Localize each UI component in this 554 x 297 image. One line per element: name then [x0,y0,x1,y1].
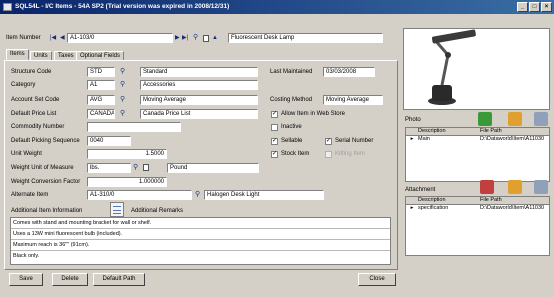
alternate-item-desc: Halogen Desk Light [204,190,324,200]
photo-grid-header: Description File Path [406,128,549,136]
remarks-memo[interactable]: Comes with stand and mounting bracket fo… [10,217,391,265]
add-attachment-icon[interactable] [480,180,494,194]
remarks-line: Black only. [11,251,390,262]
finder-icon[interactable]: ⚲ [193,33,198,43]
sellable-label: Sellable [281,138,303,144]
edit-attachment-icon[interactable] [508,180,522,194]
close-button[interactable]: Close [358,273,396,286]
new-document-icon[interactable] [203,35,209,42]
category-label: Category [11,82,36,88]
alternate-item-input[interactable]: A1-310/0 [87,190,192,200]
commodity-input[interactable] [87,122,181,132]
category-finder-icon[interactable]: ⚲ [120,80,125,90]
delete-button[interactable]: Delete [52,273,88,286]
allow-web-label: Allow Item in Web Store [281,111,345,117]
weight-uom-new-icon[interactable] [143,164,149,171]
picking-seq-label: Default Picking Sequence [11,138,80,144]
prev-record-icon[interactable]: ◀ [60,33,65,43]
photo-grid[interactable]: Description File Path ▸ Main D:\Dataworld\I… [405,127,550,182]
stock-item-checkbox[interactable]: ✓ [271,151,278,158]
account-set-finder-icon[interactable]: ⚲ [120,95,125,105]
last-maintained-label: Last Maintained [270,69,313,75]
commodity-label: Commodity Number [11,124,65,130]
additional-info-label: Additional Item Information [11,208,83,214]
add-photo-icon[interactable] [478,112,492,126]
account-set-label: Account Set Code [11,97,60,103]
structure-code-desc: Standard [140,67,258,77]
tab-items[interactable]: Items [6,49,29,60]
weight-uom-label: Weight Unit of Measure [11,165,74,171]
remarks-line: Comes with stand and mounting bracket fo… [11,218,390,229]
item-number-label: Item Number [6,35,41,41]
item-number-input[interactable]: A1-103/0 [67,33,173,43]
structure-code-finder-icon[interactable]: ⚲ [120,67,125,77]
kitting-item-checkbox [325,151,332,158]
app-icon [3,3,12,11]
weight-factor-label: Weight Conversion Factor [11,179,81,185]
title-bar: SQL54L - I/C Items - 54A SP2 (Trial vers… [0,0,554,14]
additional-remarks-label: Additional Remarks [131,208,184,214]
category-input[interactable]: A1 [87,80,115,90]
kitting-item-label: Kitting Item [335,151,366,157]
attachment-col-filepath: File Path [480,197,502,203]
costing-method-label: Costing Method [270,97,313,103]
save-button[interactable]: Save [9,273,43,286]
table-row[interactable]: ▸ specification D:\Dataworld\Item\A11030 [406,205,549,213]
sellable-checkbox[interactable]: ✓ [271,138,278,145]
first-record-icon[interactable]: |◀ [50,33,56,43]
account-set-desc: Moving Average [140,95,258,105]
stock-item-label: Stock Item [281,151,310,157]
table-row[interactable]: ▸ Main D:\Dataworld\Item\A11030 [406,136,549,144]
photo-label: Photo [405,117,421,123]
weight-uom-finder-icon[interactable]: ⚲ [133,163,138,173]
minimize-button[interactable]: _ [517,2,528,12]
inactive-label: Inactive [281,124,302,130]
remarks-line: Maximum reach is 36"" (91cm). [11,240,390,251]
alternate-item-label: Alternate Item [11,192,49,198]
unit-weight-label: Unit Weight [11,151,42,157]
price-list-input[interactable]: CANADA [87,109,115,119]
maximize-button[interactable]: □ [529,2,540,12]
photo-col-filepath: File Path [480,128,502,134]
close-window-button[interactable]: × [541,2,552,12]
alternate-item-finder-icon[interactable]: ⚲ [195,190,200,200]
remarks-line: Uses a 13W mini fluorescent bulb (includ… [11,229,390,240]
item-photo [403,28,550,110]
account-set-input[interactable]: AVG [87,95,115,105]
window-title: SQL54L - I/C Items - 54A SP2 (Trial vers… [15,3,230,10]
item-description-input[interactable]: Fluorescent Desk Lamp [228,33,383,43]
last-maintained-value: 03/03/2008 [323,67,375,77]
inactive-checkbox[interactable] [271,124,278,131]
zoom-up-icon[interactable]: ▲ [212,33,218,43]
weight-uom-input[interactable]: lbs. [87,163,131,173]
next-record-icon[interactable]: ▶ [175,33,180,43]
unit-weight-input[interactable]: 1.5000 [87,149,167,159]
costing-method-value: Moving Average [323,95,383,105]
serial-number-label: Serial Number [335,138,374,144]
last-record-icon[interactable]: ▶| [182,33,188,43]
attachment-label: Attachment [405,187,436,193]
structure-code-label: Structure Code [11,69,52,75]
delete-attachment-icon[interactable] [534,180,548,194]
attachment-col-description: Description [418,197,446,203]
weight-uom-desc: Pound [167,163,259,173]
price-list-finder-icon[interactable]: ⚲ [120,109,125,119]
allow-web-checkbox[interactable]: ✓ [271,111,278,118]
structure-code-input[interactable]: STD [87,67,115,77]
category-desc: Accessories [140,80,258,90]
serial-number-checkbox[interactable]: ✓ [325,138,332,145]
price-list-label: Default Price List [11,111,57,117]
price-list-desc: Canada Price List [140,109,258,119]
attachment-grid[interactable]: Description File Path ▸ specification D:\Da… [405,196,550,256]
picking-seq-input[interactable]: 0040 [87,136,131,146]
default-path-button[interactable]: Default Path [93,273,145,286]
notes-document-icon[interactable] [110,202,124,217]
attachment-grid-header: Description File Path [406,197,549,205]
delete-photo-icon[interactable] [534,112,548,126]
photo-col-description: Description [418,128,446,134]
weight-factor-input[interactable]: 1.000000 [87,177,167,187]
edit-photo-icon[interactable] [508,112,522,126]
